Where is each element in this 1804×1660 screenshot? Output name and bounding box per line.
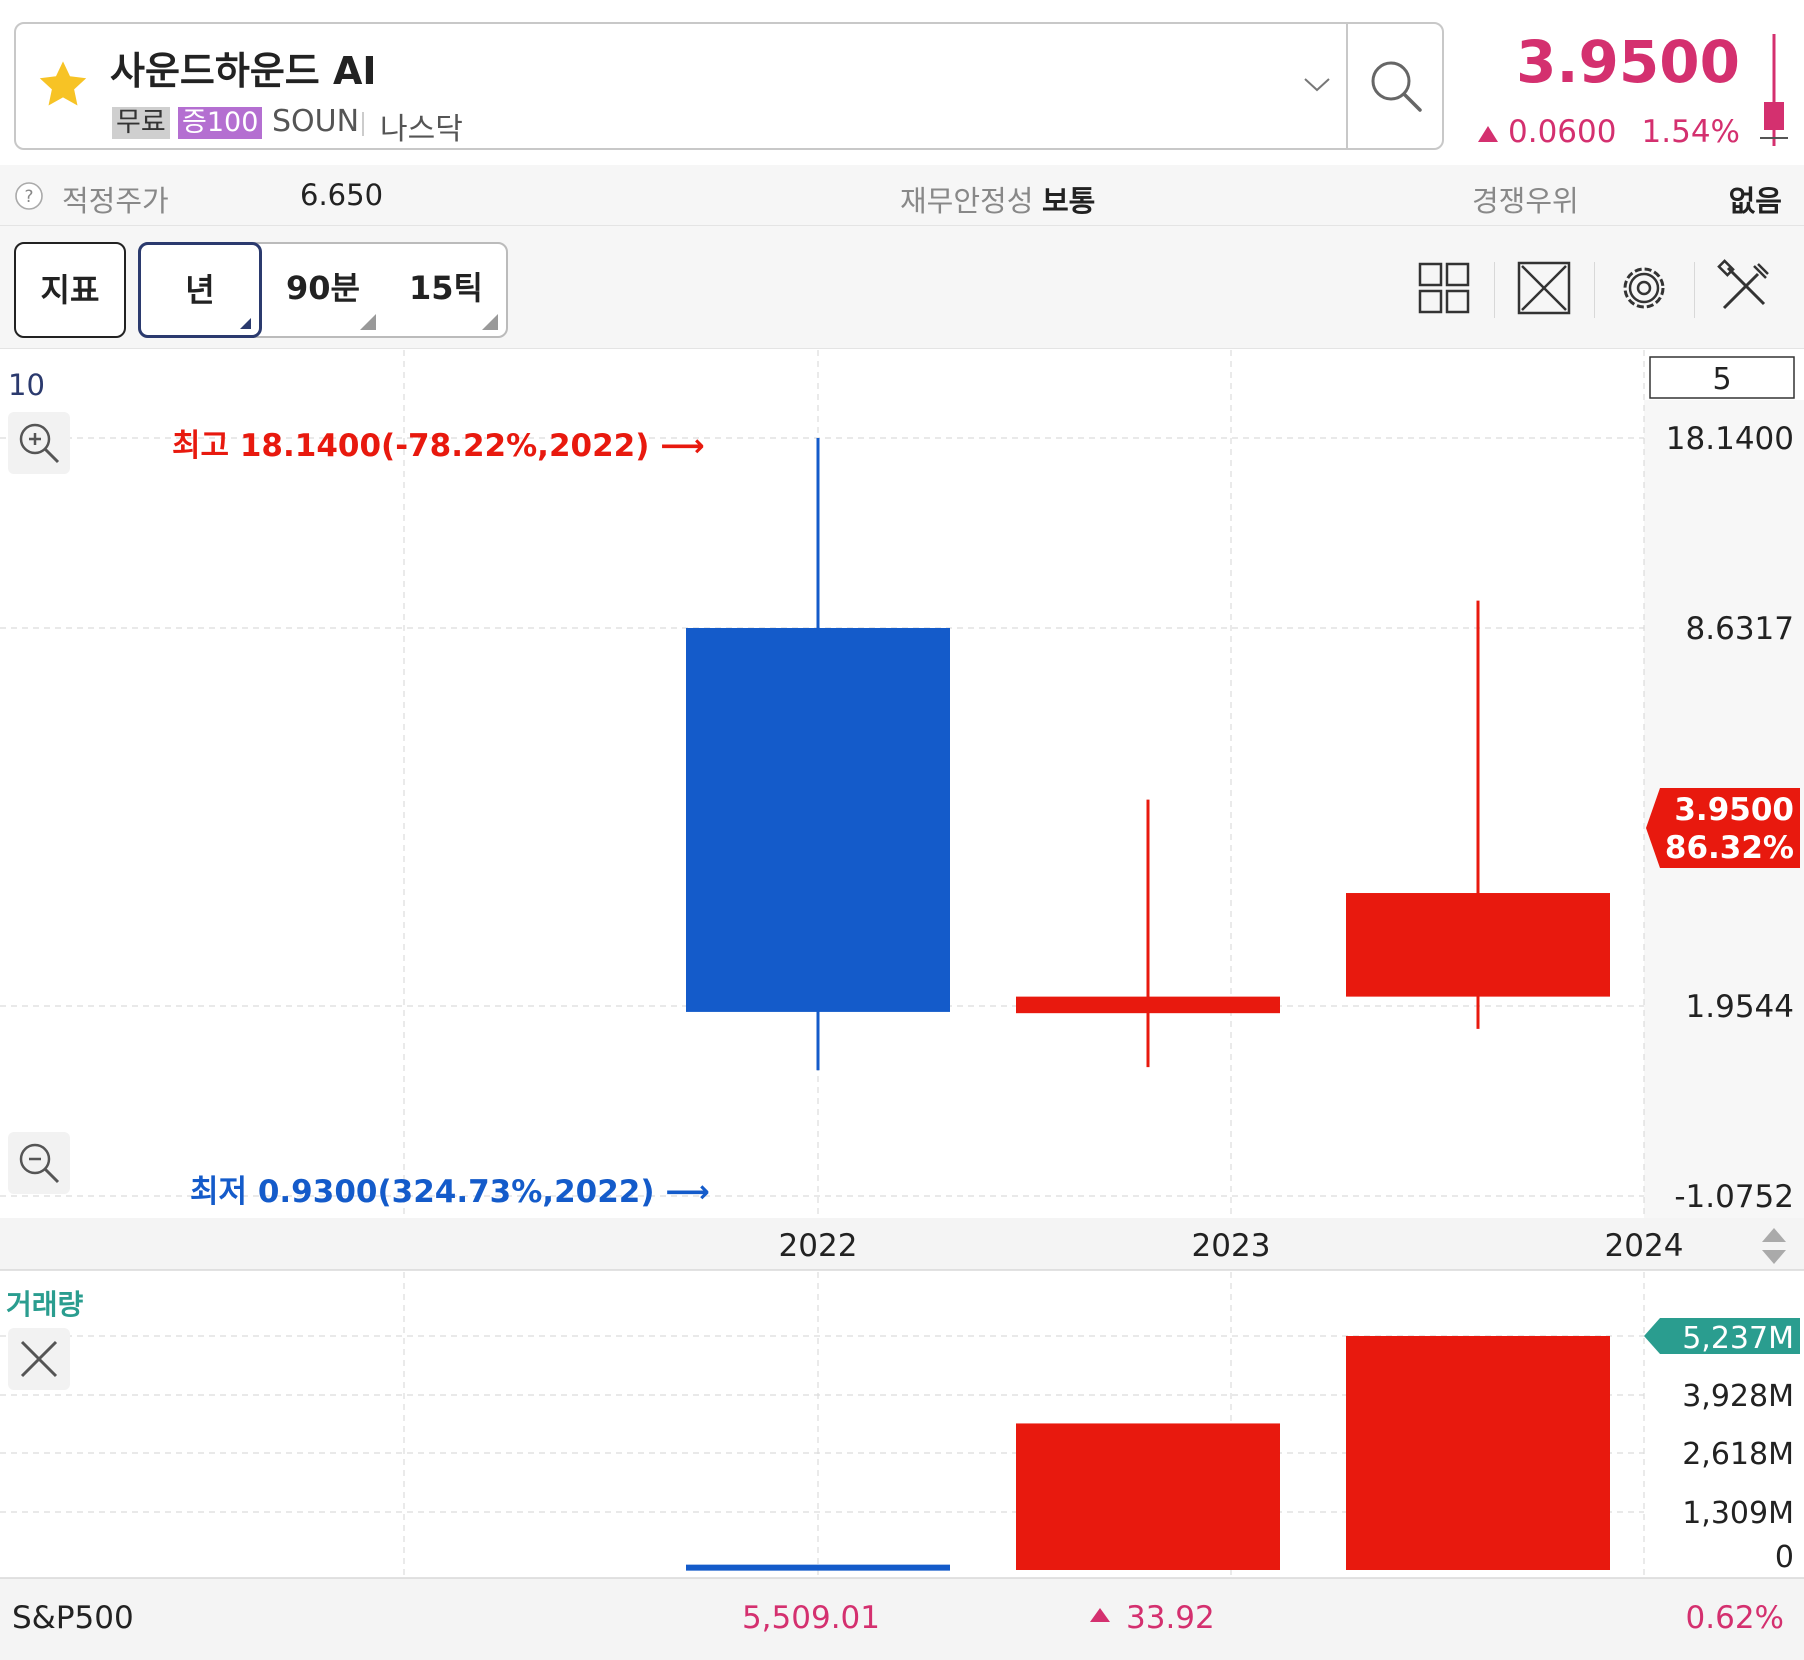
volume-panel-title: 거래량 xyxy=(6,1288,84,1321)
corner-triangle-icon xyxy=(360,314,376,330)
chart-corner-label: 10 xyxy=(8,368,45,402)
x-tick-label: 2023 xyxy=(1192,1228,1271,1264)
index-change: 33.92 xyxy=(1126,1600,1215,1636)
price-change: 0.0600 xyxy=(1508,114,1617,150)
volume-tick-label: 3,928M xyxy=(1682,1379,1794,1414)
ticker-symbol: SOUN xyxy=(272,104,360,139)
index-value: 5,509.01 xyxy=(742,1600,880,1636)
help-icon[interactable]: ? xyxy=(14,181,44,211)
up-arrow-icon xyxy=(1478,126,1498,142)
price-tick-label: 18.1400 xyxy=(1666,421,1794,457)
stability-label: 재무안정성 xyxy=(900,184,1034,218)
fair-price-label: 적정주가 xyxy=(62,184,169,218)
candle-body[interactable] xyxy=(686,628,950,1012)
mini-candle-icon xyxy=(1760,34,1788,146)
zoom-in-icon[interactable] xyxy=(8,412,70,474)
price-change-percent: 1.54% xyxy=(1641,114,1740,150)
fullscreen-icon[interactable] xyxy=(1514,258,1574,318)
star-icon[interactable] xyxy=(34,56,92,114)
corner-triangle-icon xyxy=(240,318,251,329)
divider xyxy=(362,112,364,136)
price-tick-label: 8.6317 xyxy=(1686,611,1794,647)
volume-bar[interactable] xyxy=(1016,1423,1280,1570)
x-tick-label: 2022 xyxy=(779,1228,858,1264)
stock-name: 사운드하운드 AI xyxy=(110,49,377,93)
volume-tick-label: 1,309M xyxy=(1682,1496,1794,1531)
divider xyxy=(1494,262,1495,318)
divider xyxy=(1694,262,1695,318)
divider xyxy=(1594,262,1595,318)
x-axis-band xyxy=(0,1218,1804,1270)
exchange-name: 나스닥 xyxy=(380,112,463,147)
free-badge: 무료 xyxy=(112,107,170,139)
index-name: S&P500 xyxy=(12,1600,134,1636)
zoom-out-icon[interactable] xyxy=(8,1132,70,1194)
candle-count-value: 5 xyxy=(1712,362,1731,397)
low-annotation: 최저 0.9300(324.73%,2022) ⟶ xyxy=(190,1174,710,1210)
svg-text:?: ? xyxy=(24,187,33,207)
index-bar[interactable] xyxy=(0,1578,1804,1660)
high-annotation: 최고 18.1400(-78.22%,2022) ⟶ xyxy=(172,428,705,464)
competitive-value: 없음 xyxy=(1728,184,1782,218)
fair-price-value: 6.650 xyxy=(300,178,384,212)
tools-icon[interactable] xyxy=(1714,258,1774,318)
current-price-label: 3.9500 xyxy=(1674,792,1794,828)
layout-grid-icon[interactable] xyxy=(1414,258,1474,318)
candle-body[interactable] xyxy=(1346,893,1610,997)
close-icon[interactable] xyxy=(8,1328,70,1390)
price-tick-label: -1.0752 xyxy=(1674,1179,1794,1215)
margin-badge: 증100 xyxy=(178,107,263,139)
volume-bar[interactable] xyxy=(686,1564,950,1571)
volume-tick-label: 0 xyxy=(1775,1540,1794,1575)
chevron-down-icon[interactable] xyxy=(1302,74,1332,94)
price-tick-label: 1.9544 xyxy=(1686,989,1794,1025)
indicator-button[interactable]: 지표 xyxy=(14,242,126,338)
index-percent: 0.62% xyxy=(1686,1600,1784,1636)
volume-bar[interactable] xyxy=(1346,1336,1610,1570)
corner-triangle-icon xyxy=(482,314,498,330)
price-chart[interactable]: 10 5 18.1400 8.6317 1.9544 -1.0752 3.950… xyxy=(0,348,1804,1660)
search-icon[interactable] xyxy=(1366,56,1426,116)
stability-value: 보통 xyxy=(1042,184,1096,218)
settings-icon[interactable] xyxy=(1614,258,1674,318)
competitive-label: 경쟁우위 xyxy=(1472,184,1579,218)
candle-body[interactable] xyxy=(1016,996,1280,1014)
volume-tick-label: 5,237M xyxy=(1682,1321,1794,1356)
current-price: 3.9500 xyxy=(1516,28,1740,96)
x-tick-label: 2024 xyxy=(1605,1228,1684,1264)
current-pct-label: 86.32% xyxy=(1665,830,1794,866)
volume-tick-label: 2,618M xyxy=(1682,1437,1794,1472)
divider xyxy=(1346,22,1348,150)
